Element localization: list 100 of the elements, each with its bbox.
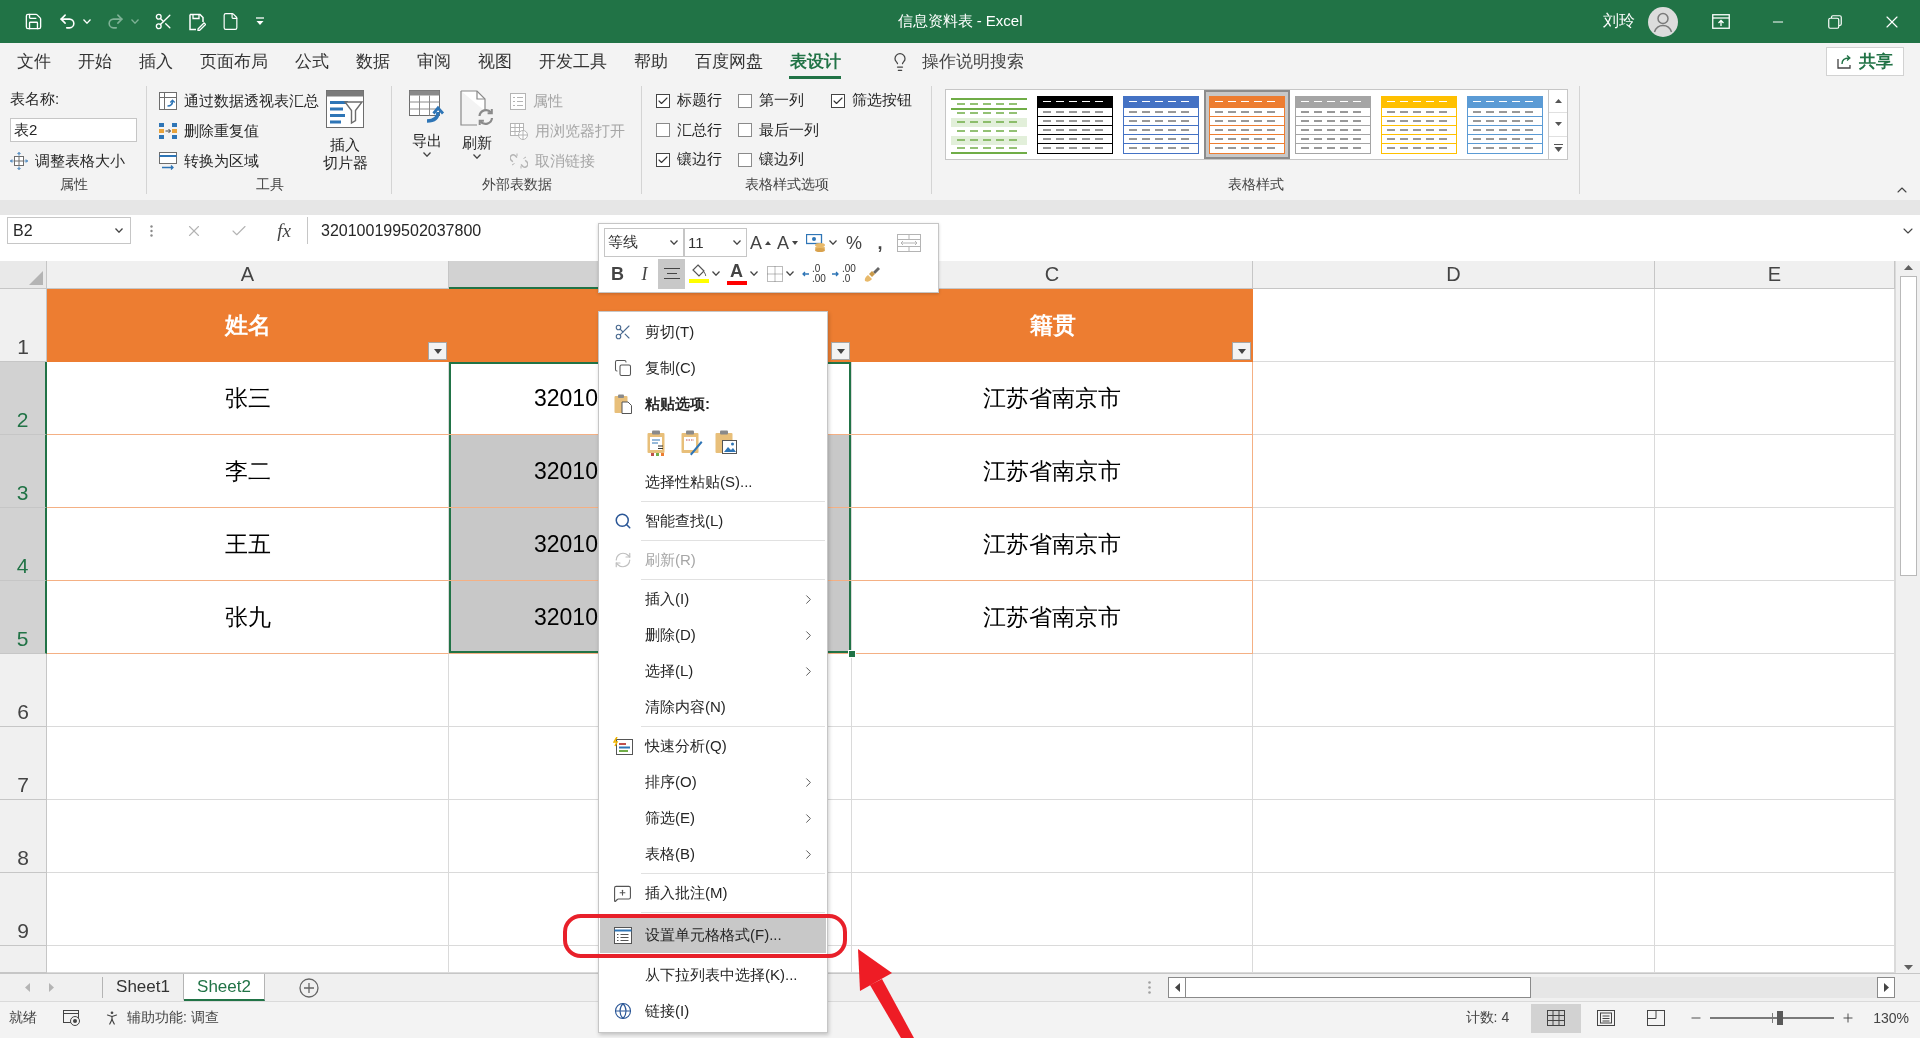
increase-decimal-button[interactable]: .0 .00 — [799, 258, 829, 289]
name-box[interactable]: B2 — [7, 217, 131, 244]
font-color-button[interactable]: A — [723, 258, 761, 289]
ribbon-tab[interactable]: 百度网盘 — [681, 43, 776, 80]
undo-icon[interactable] — [58, 12, 77, 31]
table-cell[interactable]: 江苏省南京市 — [852, 508, 1253, 581]
table-cell[interactable]: 32010 — [449, 581, 598, 654]
row-header[interactable]: 6 — [0, 654, 47, 727]
menu-item[interactable]: 插入批注(M) — [600, 875, 826, 911]
table-cell[interactable]: 张九 — [47, 581, 449, 654]
row-header[interactable]: 8 — [0, 800, 47, 873]
caret-icon[interactable] — [749, 271, 758, 276]
checkbox[interactable] — [656, 93, 670, 108]
paste-formatting-icon[interactable] — [681, 430, 703, 456]
table-cell[interactable]: 王五 — [47, 508, 449, 581]
paste-picture-icon[interactable] — [715, 430, 737, 456]
resize-table-button[interactable]: 调整表格大小 — [10, 146, 137, 176]
table-cell[interactable]: 张三 — [47, 362, 449, 435]
zoom-in-icon[interactable] — [1841, 1011, 1856, 1025]
caret-icon[interactable] — [733, 240, 741, 245]
new-document-icon[interactable] — [221, 12, 240, 31]
zoom-slider-thumb[interactable] — [1776, 1011, 1783, 1025]
avatar-icon[interactable] — [1648, 6, 1678, 37]
checkbox-label[interactable]: 标题行 — [677, 91, 722, 111]
row-header[interactable]: 3 — [0, 435, 47, 508]
italic-button[interactable]: I — [631, 258, 658, 289]
scroll-down-icon[interactable] — [1903, 965, 1913, 970]
more-styles-icon[interactable] — [1553, 143, 1563, 152]
ribbon-display-icon[interactable] — [1711, 14, 1730, 29]
scroll-right-button[interactable] — [1877, 977, 1895, 998]
scroll-left-icon[interactable] — [1174, 983, 1180, 992]
filter-button[interactable] — [428, 342, 447, 360]
ribbon-button[interactable]: 删除重复值 — [159, 116, 319, 146]
menu-item[interactable]: 快速分析(Q) — [600, 728, 826, 764]
menu-item[interactable]: 选择(L) — [600, 653, 826, 689]
menu-item[interactable]: 筛选(E) — [600, 800, 826, 836]
add-sheet-icon[interactable] — [299, 977, 319, 998]
caret-icon[interactable] — [473, 154, 481, 159]
save-icon[interactable] — [24, 12, 43, 31]
ribbon-tab[interactable]: 视图 — [464, 43, 525, 80]
table-cell[interactable] — [828, 362, 852, 435]
row-header[interactable]: 5 — [0, 581, 47, 654]
checkbox-label[interactable]: 镶边列 — [759, 150, 804, 170]
scroll-right-icon[interactable] — [1883, 983, 1889, 992]
menu-item[interactable]: 插入(I) — [600, 581, 826, 617]
menu-item[interactable]: 智能查找(L) — [600, 503, 826, 539]
ribbon-tab[interactable]: 文件 — [3, 43, 64, 80]
table-cell[interactable] — [828, 508, 852, 581]
ribbon-tab[interactable]: 插入 — [125, 43, 186, 80]
checkbox[interactable] — [656, 152, 670, 167]
table-cell[interactable]: 32010 — [449, 362, 598, 435]
insert-slicer-button[interactable]: 插入 切片器 — [319, 86, 371, 176]
column-header[interactable]: E — [1655, 261, 1895, 289]
checkbox[interactable] — [738, 123, 752, 138]
user-name[interactable]: 刘玲 — [1603, 11, 1635, 32]
row-header[interactable]: 4 — [0, 508, 47, 581]
menu-item[interactable]: 复制(C) — [600, 350, 826, 386]
menu-item[interactable]: 选择性粘贴(S)... — [600, 464, 826, 500]
ribbon-tab[interactable]: 开发工具 — [525, 43, 620, 80]
view-button[interactable] — [1531, 1003, 1582, 1033]
scroll-thumb[interactable] — [1186, 977, 1531, 998]
table-cell[interactable]: 李二 — [47, 435, 449, 508]
filter-button[interactable] — [831, 342, 850, 360]
ribbon-tab[interactable]: 帮助 — [620, 43, 681, 80]
scroll-up-icon[interactable] — [1554, 99, 1562, 104]
checkbox[interactable] — [738, 93, 752, 108]
checkbox[interactable] — [738, 152, 752, 167]
caret-icon[interactable] — [115, 228, 123, 233]
ribbon-button[interactable]: 转换为区域 — [159, 146, 319, 176]
menu-item[interactable]: 设置单元格格式(F)... — [600, 917, 826, 953]
bold-button[interactable]: B — [604, 258, 631, 289]
refresh-button[interactable]: 刷新 — [452, 86, 502, 176]
zoom-level[interactable]: 130% — [1873, 1010, 1909, 1026]
horizontal-scrollbar[interactable] — [1168, 977, 1895, 998]
merge-cells-icon[interactable] — [897, 233, 922, 252]
checkbox-label[interactable]: 第一列 — [759, 91, 804, 111]
font-size-field[interactable]: 11 — [684, 228, 747, 257]
ribbon-tab[interactable]: 数据 — [342, 43, 403, 80]
scroll-down-icon[interactable] — [1554, 122, 1562, 127]
caret-icon[interactable] — [785, 271, 794, 276]
filter-button[interactable] — [1232, 342, 1251, 360]
center-align-button[interactable] — [658, 258, 685, 289]
scroll-up-icon[interactable] — [1903, 265, 1913, 270]
checkbox-label[interactable]: 汇总行 — [677, 120, 722, 140]
caret-icon[interactable] — [828, 240, 837, 245]
share-button[interactable]: 共享 — [1826, 47, 1904, 76]
export-button[interactable]: 导出 — [402, 86, 452, 176]
document-pencil-icon[interactable] — [188, 12, 206, 31]
accessibility-status[interactable]: 辅助功能: 调查 — [127, 1009, 219, 1027]
customize-icon[interactable] — [255, 17, 265, 26]
font-name-field[interactable]: 等线 — [604, 228, 684, 257]
scroll-thumb[interactable] — [1899, 276, 1917, 576]
table-cell[interactable] — [828, 435, 852, 508]
share-icon[interactable] — [1837, 54, 1853, 69]
ribbon-tab[interactable]: 审阅 — [403, 43, 464, 80]
row-header[interactable]: 9 — [0, 873, 47, 946]
checkbox-label[interactable]: 镶边行 — [677, 150, 722, 170]
restore-icon[interactable] — [1827, 14, 1842, 29]
sheet-tab[interactable]: Sheet2 — [184, 974, 265, 1001]
ribbon-tab[interactable]: 页面布局 — [186, 43, 281, 80]
